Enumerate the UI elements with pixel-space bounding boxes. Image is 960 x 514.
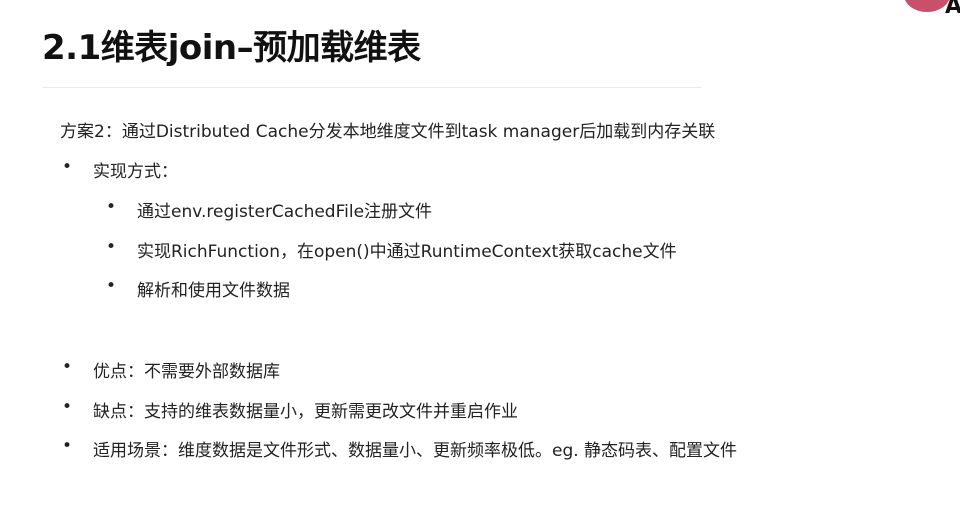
scheme-text: 方案2：通过Distributed Cache分发本地维度文件到task man…	[60, 122, 716, 142]
bullet-scenario: •	[62, 436, 73, 456]
implementation-step-3: 解析和使用文件数据	[137, 281, 290, 301]
implementation-step-1: 通过env.registerCachedFile注册文件	[137, 202, 433, 222]
cons-text: 缺点：支持的维表数据量小，更新需更改文件并重启作业	[93, 402, 518, 422]
scenario-text: 适用场景：维度数据是文件形式、数据量小、更新频率极低。eg. 静态码表、配置文件	[93, 441, 738, 461]
bullet-step-2: •	[106, 237, 117, 257]
implementation-label: 实现方式：	[93, 162, 178, 182]
implementation-step-2: 实现RichFunction，在open()中通过RuntimeContext获…	[137, 242, 677, 262]
bullet-pros: •	[62, 357, 73, 377]
bullet-step-3: •	[106, 276, 117, 296]
bullet-cons: •	[62, 397, 73, 417]
slide-content: 方案2：通过Distributed Cache分发本地维度文件到task man…	[0, 0, 960, 514]
bullet-implementation: •	[62, 157, 73, 177]
bullet-step-1: •	[106, 197, 117, 217]
slide: A 2.1维表join–预加载维表 方案2：通过Distributed Cach…	[0, 0, 960, 514]
pros-text: 优点：不需要外部数据库	[93, 362, 280, 382]
